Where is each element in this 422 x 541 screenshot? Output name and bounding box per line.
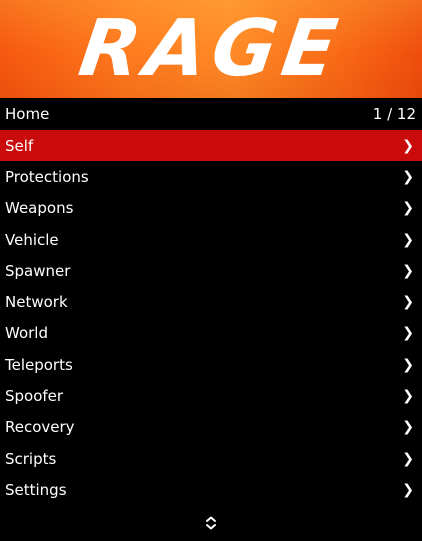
menu-item-scripts[interactable]: Scripts ❯	[0, 443, 422, 474]
chevron-right-icon: ❯	[402, 450, 414, 467]
menu-item-label: Self	[5, 136, 34, 155]
menu-item-spoofer[interactable]: Spoofer ❯	[0, 380, 422, 411]
menu-item-label: Weapons	[5, 199, 74, 218]
menu-item-label: Protections	[5, 167, 89, 186]
menu-item-label: Network	[5, 293, 68, 312]
menu-item-network[interactable]: Network ❯	[0, 286, 422, 317]
menu-item-protections[interactable]: Protections ❯	[0, 161, 422, 192]
chevron-right-icon: ❯	[402, 262, 414, 279]
menu-item-world[interactable]: World ❯	[0, 318, 422, 349]
menu-list: Self ❯ Protections ❯ Weapons ❯ Vehicle ❯…	[0, 130, 422, 506]
page-counter: 1 / 12	[372, 105, 416, 123]
page-title: Home	[5, 105, 50, 123]
chevron-right-icon: ❯	[402, 168, 414, 185]
menu-item-vehicle[interactable]: Vehicle ❯	[0, 224, 422, 255]
menu-item-self[interactable]: Self ❯	[0, 130, 422, 162]
menu-item-label: Vehicle	[5, 230, 59, 249]
chevron-right-icon: ❯	[402, 356, 414, 373]
chevron-right-icon: ❯	[402, 481, 414, 498]
menu-item-recovery[interactable]: Recovery ❯	[0, 412, 422, 443]
logo: RAGE	[73, 4, 349, 94]
menu-item-label: Recovery	[5, 418, 75, 437]
chevron-right-icon: ❯	[402, 200, 414, 217]
mod-menu: RAGE Home 1 / 12 Self ❯ Protections ❯ We…	[0, 0, 422, 541]
menu-header: Home 1 / 12	[0, 98, 422, 130]
menu-item-label: Spoofer	[5, 387, 64, 406]
menu-item-settings[interactable]: Settings ❯	[0, 474, 422, 505]
chevron-right-icon: ❯	[402, 294, 414, 311]
banner: RAGE	[0, 0, 422, 98]
menu-item-weapons[interactable]: Weapons ❯	[0, 193, 422, 224]
chevron-right-icon: ❯	[402, 419, 414, 436]
chevron-right-icon: ❯	[402, 388, 414, 405]
menu-item-label: Settings	[5, 480, 67, 499]
scroll-up-down-icon	[206, 516, 216, 530]
menu-item-label: Scripts	[5, 449, 57, 468]
chevron-right-icon: ❯	[402, 137, 414, 154]
menu-item-spawner[interactable]: Spawner ❯	[0, 255, 422, 286]
chevron-right-icon: ❯	[402, 231, 414, 248]
menu-item-teleports[interactable]: Teleports ❯	[0, 349, 422, 380]
chevron-right-icon: ❯	[402, 325, 414, 342]
menu-item-label: World	[5, 324, 48, 343]
menu-item-label: Teleports	[5, 355, 73, 374]
menu-footer	[0, 505, 422, 541]
menu-item-label: Spawner	[5, 261, 71, 280]
